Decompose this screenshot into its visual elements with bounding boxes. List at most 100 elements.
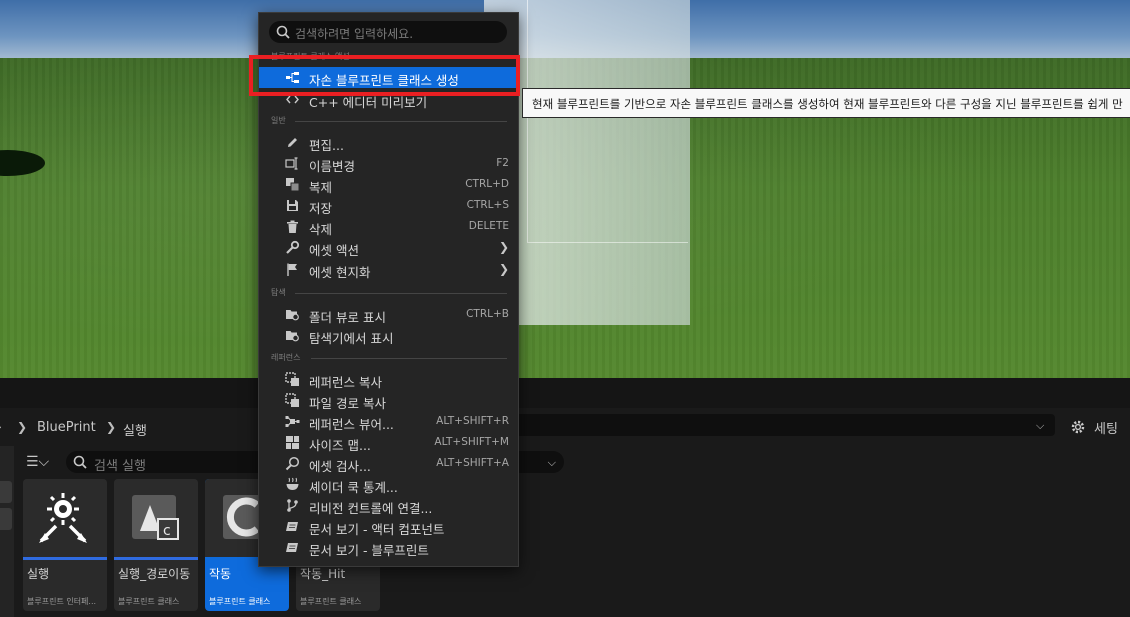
folder-search-icon (286, 331, 299, 342)
menu-item-label: 문서 보기 - 블루프린트 (309, 543, 429, 558)
menu-item-label: 셰이더 쿡 통계... (309, 480, 398, 495)
wrench-icon (286, 240, 300, 254)
breadcrumb-item-current[interactable]: 실행 (123, 420, 147, 439)
menu-item-docs-blueprint[interactable]: 문서 보기 - 블루프린트 (259, 537, 518, 558)
content-browser-toolbar (0, 378, 1130, 408)
menu-search-input[interactable]: 검색하려면 입력하세요. (269, 21, 507, 43)
menu-item-label: 편집... (309, 138, 344, 153)
menu-item-copy-file-path[interactable]: 파일 경로 복사 (259, 390, 518, 411)
search-icon (73, 455, 87, 469)
chevron-right-icon: ❯ (498, 240, 509, 254)
chevron-down-icon[interactable]: ⌵ (1036, 419, 1044, 433)
chevron-down-icon[interactable]: ⌵ (548, 456, 556, 470)
menu-item-copy-reference[interactable]: 레퍼런스 복사 (259, 369, 518, 390)
path-bar: › ❯ BluePrint ❯ 실행 ⌵ 세팅 (0, 411, 1130, 441)
menu-item-label: 에셋 액션 (309, 243, 359, 258)
flag-icon (287, 263, 297, 276)
menu-item-edit[interactable]: 편집... (259, 132, 518, 153)
menu-item-label: 복제 (309, 180, 333, 195)
settings-button[interactable]: 세팅 (1070, 416, 1118, 438)
rail-button[interactable] (0, 508, 12, 530)
save-icon (287, 200, 298, 211)
reference-viewer-icon (285, 416, 300, 427)
menu-item-label: 에셋 검사... (309, 459, 371, 474)
menu-item-show-in-explorer[interactable]: 탐색기에서 표시 (259, 325, 518, 346)
folder-search-icon (286, 310, 299, 321)
asset-name: 실행 (27, 567, 50, 581)
path-dropdown[interactable] (510, 414, 1055, 436)
menu-item-audit-assets[interactable]: 에셋 검사... ALT+SHIFT+A (259, 453, 518, 474)
asset-type: 블루프린트 클래스 (300, 597, 362, 606)
highlight-annotation-box (249, 55, 520, 96)
asset-thumbnail: c (114, 479, 198, 559)
menu-item-save[interactable]: 저장 CTRL+S (259, 195, 518, 216)
shortcut-label: F2 (496, 157, 509, 169)
glass-panel-edge (527, 0, 688, 243)
asset-thumbnail (23, 479, 107, 559)
menu-item-label: 레퍼런스 복사 (309, 375, 382, 390)
menu-item-duplicate[interactable]: 복제 CTRL+D (259, 174, 518, 195)
section-header-references: 레퍼런스 (271, 353, 301, 362)
rail-button[interactable] (0, 481, 12, 503)
copy-reference-icon (285, 372, 299, 386)
menu-item-label: 삭제 (309, 222, 333, 237)
rename-icon (285, 157, 298, 170)
tooltip: 현재 블루프린트를 기반으로 자손 블루프린트 클래스를 생성하여 현재 블루프… (522, 88, 1130, 118)
menu-search-placeholder: 검색하려면 입력하세요. (295, 27, 414, 41)
cooking-pot-icon (286, 477, 299, 490)
menu-item-shader-cook-stats[interactable]: 셰이더 쿡 통계... (259, 474, 518, 495)
search-icon (276, 25, 290, 39)
asset-name: 실행_경로이동 (118, 567, 191, 581)
section-divider (295, 293, 507, 294)
breadcrumb-item-blueprint[interactable]: BluePrint (37, 420, 96, 435)
breadcrumb-separator-icon: ❯ (106, 420, 117, 434)
filter-icon[interactable]: ☰⌵ (26, 454, 49, 470)
menu-item-label: 문서 보기 - 액터 컴포넌트 (309, 522, 445, 537)
menu-item-label: 리비전 컨트롤에 연결... (309, 501, 433, 516)
section-divider (295, 121, 507, 122)
tooltip-text: 현재 블루프린트를 기반으로 자손 블루프린트 클래스를 생성하여 현재 블루프… (532, 97, 1123, 111)
asset-type: 블루프린트 클래스 (209, 597, 271, 606)
menu-item-label: 사이즈 맵... (309, 438, 371, 453)
chevron-right-icon: ❯ (498, 262, 509, 276)
documentation-icon (286, 543, 298, 552)
asset-type-bar (114, 557, 198, 560)
gear-icon (1071, 420, 1085, 434)
menu-item-docs-actor-component[interactable]: 문서 보기 - 액터 컴포넌트 (259, 516, 518, 537)
asset-name: 작동_Hit (300, 567, 346, 581)
shortcut-label: ALT+SHIFT+M (434, 436, 509, 448)
menu-item-size-map[interactable]: 사이즈 맵... ALT+SHIFT+M (259, 432, 518, 453)
asset-name: 작동 (209, 567, 232, 581)
svg-text:c: c (163, 523, 171, 539)
asset-search-placeholder: 검색 실행 (94, 459, 146, 474)
menu-item-asset-actions[interactable]: 에셋 액션 ❯ (259, 237, 518, 258)
settings-label: 세팅 (1094, 421, 1118, 437)
size-map-icon (286, 436, 299, 449)
asset-tile[interactable]: c 실행_경로이동 블루프린트 클래스 (114, 479, 198, 611)
menu-item-reference-viewer[interactable]: 레퍼런스 뷰어... ALT+SHIFT+R (259, 411, 518, 432)
menu-item-delete[interactable]: 삭제 DELETE (259, 216, 518, 237)
audit-search-icon (285, 456, 300, 471)
sources-panel-collapsed (0, 446, 14, 617)
content-browser: › ❯ BluePrint ❯ 실행 ⌵ 세팅 ☰⌵ 검색 실행 ⌵ (0, 378, 1130, 617)
menu-item-label: 에셋 현지화 (309, 265, 371, 280)
documentation-icon (286, 522, 298, 531)
menu-item-connect-source-control[interactable]: 리비전 컨트롤에 연결... (259, 495, 518, 516)
asset-type: 블루프린트 클래스 (118, 597, 180, 606)
trash-icon (287, 220, 298, 233)
menu-item-label: 폴더 뷰로 표시 (309, 310, 386, 325)
menu-item-label: 탐색기에서 표시 (309, 331, 394, 346)
menu-item-asset-localization[interactable]: 에셋 현지화 ❯ (259, 259, 518, 280)
level-viewport[interactable] (0, 0, 1130, 378)
menu-item-rename[interactable]: 이름변경 F2 (259, 153, 518, 174)
breadcrumb-separator-icon: › (0, 420, 2, 434)
duplicate-icon (286, 178, 300, 192)
section-header-explore: 탐색 (271, 288, 286, 297)
menu-item-label: 파일 경로 복사 (309, 396, 386, 411)
blueprint-class-icon: c (132, 495, 179, 540)
section-divider (311, 358, 507, 359)
menu-item-show-in-folder-view[interactable]: 폴더 뷰로 표시 CTRL+B (259, 304, 518, 325)
interface-sparkle-icon (39, 493, 87, 543)
asset-tile[interactable]: 실행 블루프린트 인터페... (23, 479, 107, 611)
shortcut-label: CTRL+S (466, 199, 509, 211)
